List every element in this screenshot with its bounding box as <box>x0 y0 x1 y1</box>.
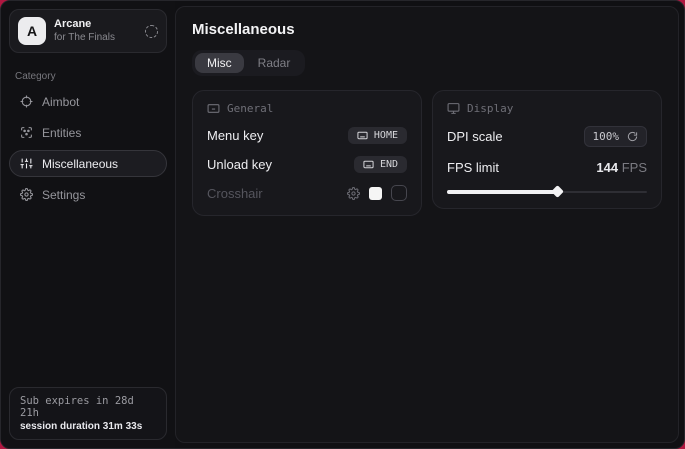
refresh-icon[interactable] <box>627 131 638 142</box>
display-card: Display DPI scale 100% FPS limit 144 FPS <box>432 90 662 209</box>
gear-icon <box>20 188 33 201</box>
dpi-scale-row: DPI scale 100% <box>447 126 647 147</box>
category-label: Category <box>15 71 161 82</box>
sidebar-item-entities[interactable]: Entities <box>9 119 167 146</box>
fps-limit-label: FPS limit <box>447 160 499 175</box>
tab-bar: Misc Radar <box>192 50 305 76</box>
entities-icon <box>20 126 33 139</box>
crosshair-icon <box>20 95 33 108</box>
crosshair-row: Crosshair <box>207 184 407 202</box>
menu-key-row: Menu key HOME <box>207 126 407 144</box>
fps-limit-row: FPS limit 144 FPS <box>447 158 647 176</box>
display-card-title: Display <box>467 102 513 115</box>
dpi-scale-input[interactable]: 100% <box>584 126 648 147</box>
fps-unit: FPS <box>622 160 647 175</box>
unload-key-bind-button[interactable]: END <box>354 156 407 173</box>
page-title: Miscellaneous <box>192 21 662 38</box>
general-card: General Menu key HOME Unload key <box>192 90 422 216</box>
crosshair-label: Crosshair <box>207 186 263 201</box>
sidebar-item-settings[interactable]: Settings <box>9 181 167 208</box>
brand-card: A Arcane for The Finals <box>9 9 167 53</box>
menu-key-value: HOME <box>374 130 398 141</box>
app-window: A Arcane for The Finals Category Aimbot … <box>0 0 685 449</box>
tab-misc[interactable]: Misc <box>195 53 244 73</box>
crosshair-color-swatch[interactable] <box>369 187 382 200</box>
subscription-info-box: Sub expires in 28d 21h session duration … <box>9 387 167 440</box>
keyboard-icon <box>363 159 374 170</box>
avatar: A <box>18 17 46 45</box>
unload-key-label: Unload key <box>207 157 272 172</box>
sidebar-item-label: Miscellaneous <box>42 157 118 171</box>
brand-subtitle: for The Finals <box>54 32 137 45</box>
slider-fill <box>447 190 557 194</box>
sidebar-item-miscellaneous[interactable]: Miscellaneous <box>9 150 167 177</box>
slider-thumb[interactable] <box>551 185 564 198</box>
unload-key-row: Unload key END <box>207 155 407 173</box>
status-dashed-circle-icon[interactable] <box>145 25 158 38</box>
crosshair-settings-gear-icon[interactable] <box>347 187 360 200</box>
sidebar-item-aimbot[interactable]: Aimbot <box>9 88 167 115</box>
menu-key-bind-button[interactable]: HOME <box>348 127 407 144</box>
general-card-header: General <box>207 102 407 115</box>
display-card-header: Display <box>447 102 647 115</box>
crosshair-checkbox[interactable] <box>391 185 407 201</box>
general-card-title: General <box>227 102 273 115</box>
brand-texts: Arcane for The Finals <box>54 18 137 44</box>
sidebar: A Arcane for The Finals Category Aimbot … <box>1 1 175 448</box>
menu-key-label: Menu key <box>207 128 263 143</box>
sidebar-item-label: Entities <box>42 126 81 140</box>
category-nav: Aimbot Entities Miscellaneous Settings <box>1 88 175 208</box>
fps-limit-value: 144 FPS <box>596 160 647 175</box>
unload-key-value: END <box>380 159 398 170</box>
sub-expiry-text: Sub expires in 28d 21h <box>20 395 156 419</box>
brand-title: Arcane <box>54 18 137 32</box>
session-duration-text: session duration 31m 33s <box>20 421 156 432</box>
keyboard-icon <box>357 130 368 141</box>
sliders-icon <box>20 157 33 170</box>
sidebar-item-label: Settings <box>42 188 85 202</box>
crosshair-controls <box>347 185 407 201</box>
keyboard-icon <box>207 102 220 115</box>
sidebar-item-label: Aimbot <box>42 95 79 109</box>
monitor-icon <box>447 102 460 115</box>
dpi-scale-value: 100% <box>593 130 620 143</box>
main-panel: Miscellaneous Misc Radar General Menu ke… <box>175 6 679 443</box>
fps-limit-slider[interactable] <box>447 188 647 195</box>
tab-radar[interactable]: Radar <box>246 53 303 73</box>
cards-grid: General Menu key HOME Unload key <box>192 90 662 216</box>
dpi-scale-label: DPI scale <box>447 129 503 144</box>
